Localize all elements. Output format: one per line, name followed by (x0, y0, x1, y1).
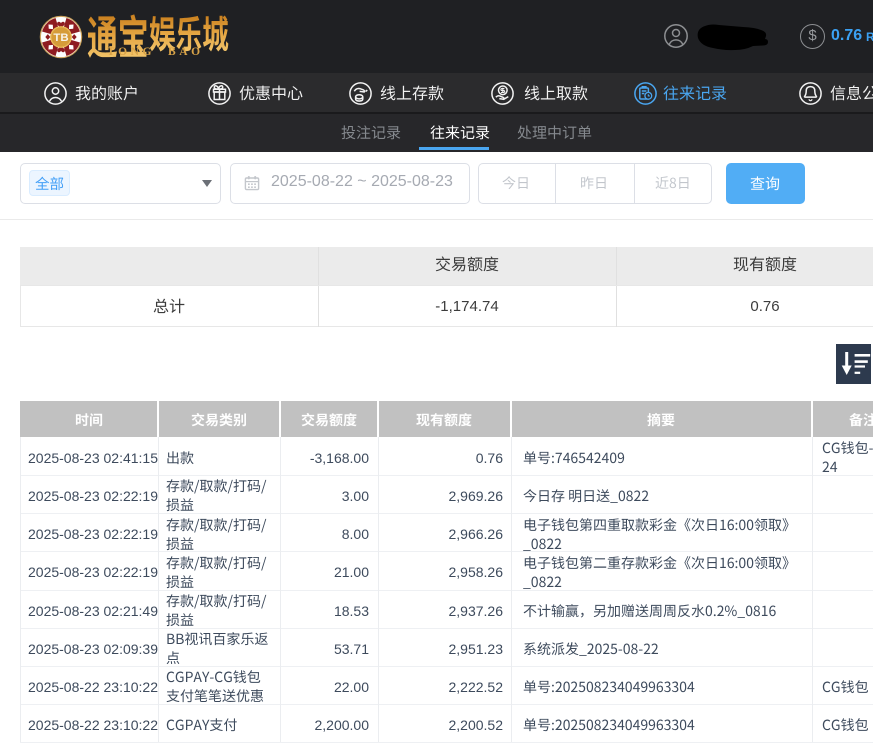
svg-text:TB: TB (53, 32, 68, 44)
